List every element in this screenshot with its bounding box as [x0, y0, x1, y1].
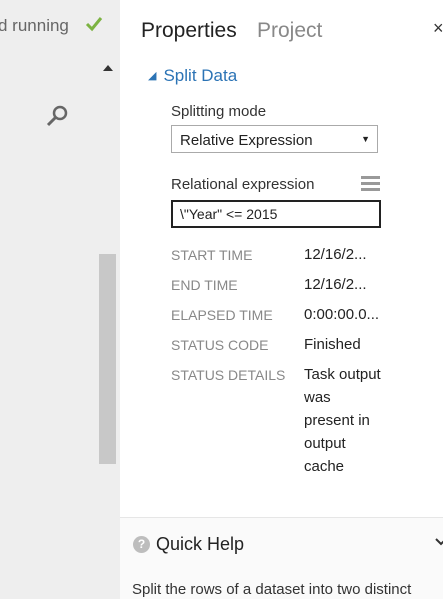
menu-icon[interactable]: [361, 176, 380, 192]
relational-expression-input[interactable]: [171, 200, 381, 228]
check-icon: [85, 17, 103, 32]
splitting-mode-value: Relative Expression: [180, 132, 313, 149]
status-details-value: Task output was present in output cache: [304, 366, 381, 475]
status-code-label: STATUS CODE: [171, 337, 269, 353]
status-code-value: Finished: [304, 336, 361, 353]
run-status-text: d running: [0, 16, 69, 35]
tab-properties[interactable]: Properties: [141, 19, 237, 43]
quick-help-title[interactable]: Quick Help: [156, 534, 244, 555]
left-panel: d running: [0, 0, 120, 599]
splitting-mode-select[interactable]: Relative Expression ▼: [171, 125, 378, 153]
elapsed-time-value: 0:00:00.0...: [304, 306, 380, 323]
close-icon[interactable]: ×: [433, 18, 443, 39]
section-title: Split Data: [163, 66, 238, 85]
status-details-label: STATUS DETAILS: [171, 367, 286, 383]
properties-panel: Properties Project × ◢ Split Data Splitti…: [120, 0, 443, 599]
start-time-value: 12/16/2...: [304, 246, 367, 263]
start-time-label: START TIME: [171, 247, 253, 263]
end-time-value: 12/16/2...: [304, 276, 367, 293]
splitting-mode-label: Splitting mode: [171, 103, 267, 120]
help-icon: ?: [133, 536, 150, 553]
tab-project[interactable]: Project: [257, 19, 322, 43]
search-icon[interactable]: [46, 104, 70, 128]
section-toggle-split-data[interactable]: ◢ Split Data: [148, 66, 237, 86]
relational-expression-label: Relational expression: [171, 176, 315, 193]
chevron-down-icon[interactable]: [435, 538, 443, 546]
end-time-label: END TIME: [171, 277, 238, 293]
quick-help-section: ? Quick Help Split the rows of a dataset…: [120, 518, 443, 599]
triangle-down-icon: ◢: [148, 70, 157, 82]
dropdown-arrow-icon: ▼: [361, 134, 370, 144]
elapsed-time-label: ELAPSED TIME: [171, 307, 273, 323]
collapse-up-icon[interactable]: [103, 64, 113, 72]
quick-help-text: Split the rows of a dataset into two dis…: [132, 581, 412, 598]
scrollbar-thumb[interactable]: [99, 254, 116, 464]
